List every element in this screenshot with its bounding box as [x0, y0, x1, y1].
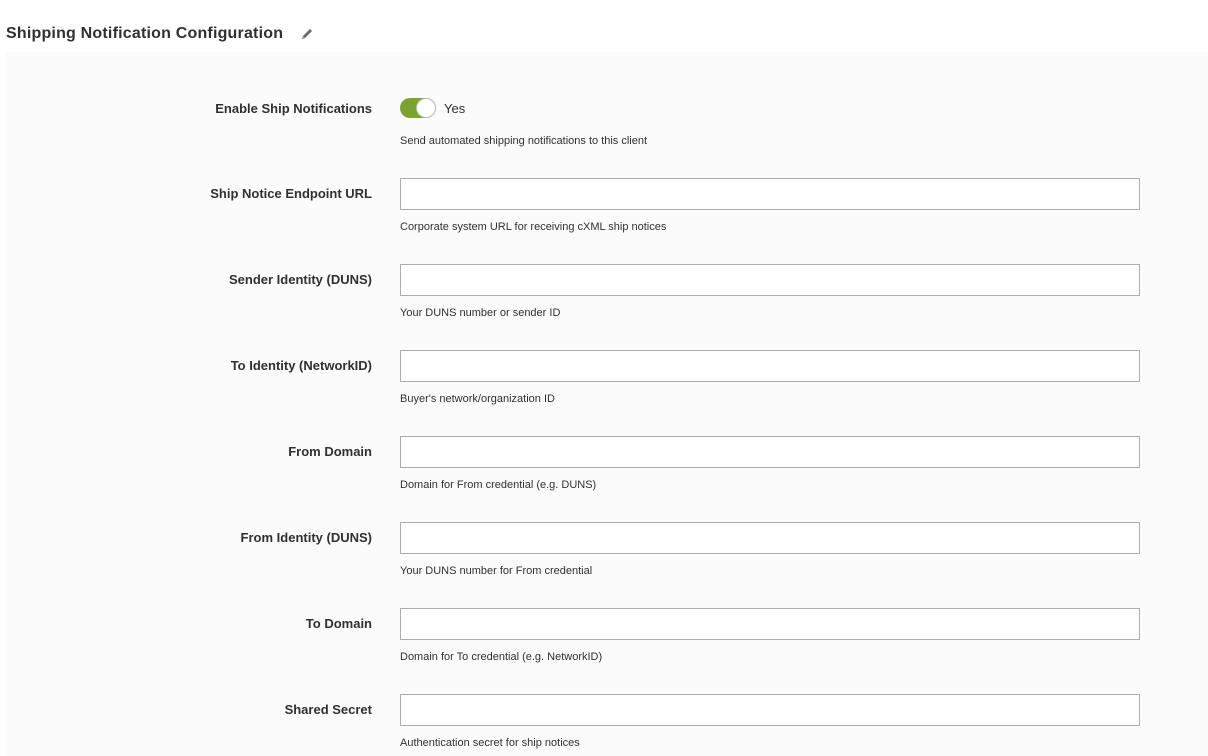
endpoint-url-label: Ship Notice Endpoint URL	[210, 186, 372, 201]
sender-identity-note: Your DUNS number or sender ID	[400, 307, 561, 319]
section-title: Shipping Notification Configuration	[6, 25, 284, 42]
from-identity-label: From Identity (DUNS)	[240, 530, 372, 545]
shared-secret-note: Authentication secret for ship notices	[400, 737, 580, 749]
from-identity-input[interactable]	[400, 522, 1140, 554]
sender-identity-input[interactable]	[400, 264, 1140, 296]
config-page: Shipping Notification Configuration Enab…	[0, 0, 1208, 756]
shared-secret-label: Shared Secret	[284, 702, 372, 717]
to-identity-input[interactable]	[400, 350, 1140, 382]
to-identity-label: To Identity (NetworkID)	[230, 358, 372, 373]
sender-identity-label: Sender Identity (DUNS)	[228, 272, 372, 287]
pencil-icon[interactable]	[299, 26, 315, 42]
section-header: Shipping Notification Configuration	[6, 16, 1208, 52]
endpoint-url-input[interactable]	[400, 178, 1140, 210]
shared-secret-input[interactable]	[400, 694, 1140, 726]
toggle-knob	[417, 99, 435, 117]
to-domain-label: To Domain	[305, 616, 372, 631]
enable-ship-notifications-toggle[interactable]	[400, 98, 436, 118]
to-domain-note: Domain for To credential (e.g. NetworkID…	[400, 651, 603, 663]
from-identity-note: Your DUNS number for From credential	[400, 565, 593, 577]
from-domain-input[interactable]	[400, 436, 1140, 468]
enable-ship-notifications-control: Yes	[400, 98, 465, 118]
from-domain-label: From Domain	[288, 444, 372, 459]
enable-ship-notifications-label: Enable Ship Notifications	[215, 101, 372, 116]
to-domain-input[interactable]	[400, 608, 1140, 640]
from-domain-note: Domain for From credential (e.g. DUNS)	[400, 479, 597, 491]
endpoint-url-note: Corporate system URL for receiving cXML …	[400, 221, 667, 233]
enable-ship-notifications-note: Send automated shipping notifications to…	[400, 135, 648, 147]
toggle-state-text: Yes	[444, 100, 466, 116]
section-panel	[6, 48, 1208, 756]
to-identity-note: Buyer's network/organization ID	[400, 393, 555, 405]
